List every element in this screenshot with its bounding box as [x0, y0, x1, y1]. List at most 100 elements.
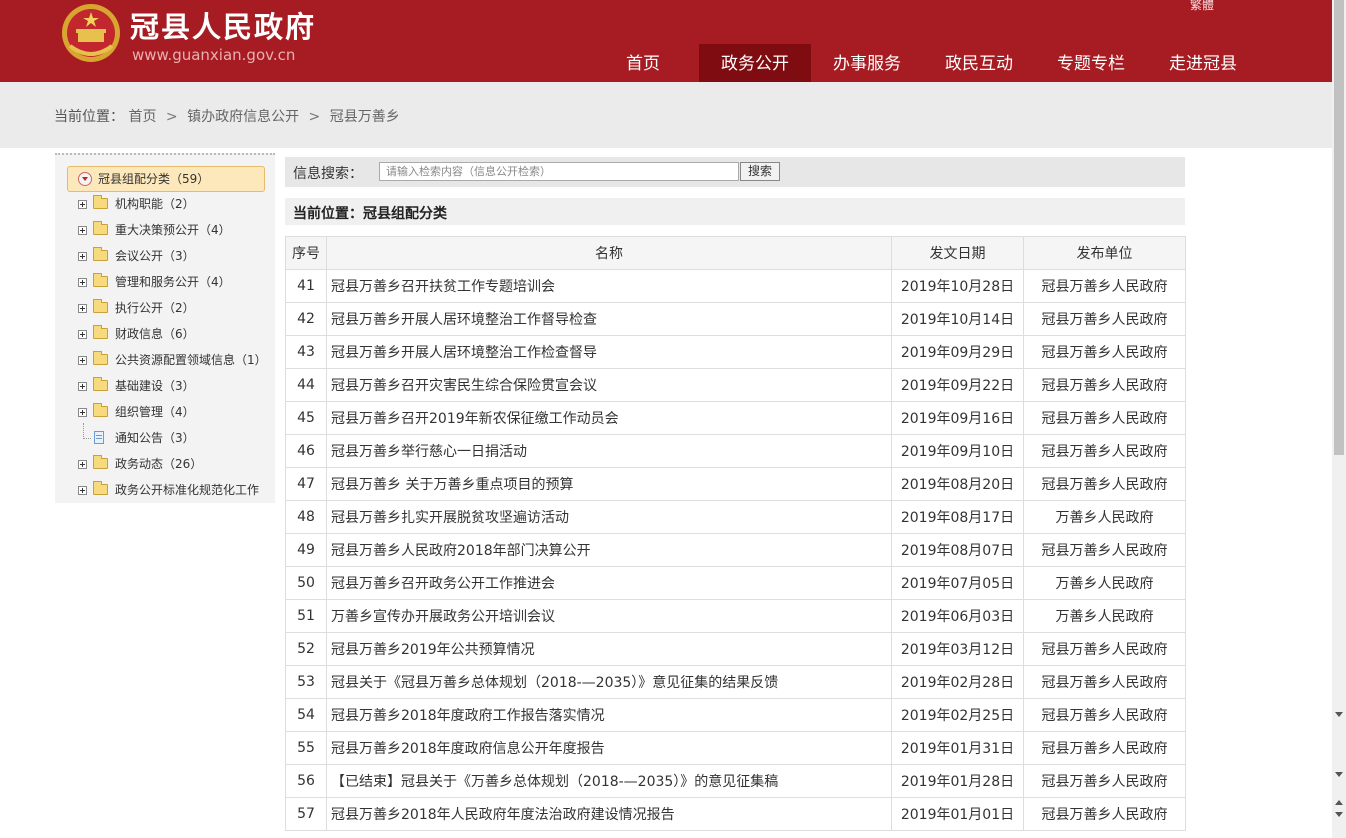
scrollbar-thumb[interactable]	[1334, 0, 1344, 455]
sidebar-item-label: 通知公告（3）	[115, 431, 195, 445]
document-title-link[interactable]: 冠县万善乡举行慈心一日捐活动	[326, 434, 892, 468]
nav-item-interaction[interactable]: 政民互动	[923, 44, 1035, 82]
row-number: 55	[285, 731, 327, 765]
publisher: 万善乡人民政府	[1023, 566, 1186, 600]
site-title[interactable]: 冠县人民政府	[130, 4, 316, 46]
row-number: 48	[285, 500, 327, 534]
folder-icon	[93, 325, 108, 339]
document-title-link[interactable]: 冠县万善乡2018年人民政府年度法治政府建设情况报告	[326, 797, 892, 831]
breadcrumb-town-info[interactable]: 镇办政府信息公开	[187, 109, 299, 125]
table-row: 54 冠县万善乡2018年度政府工作报告落实情况 2019年02月25日 冠县万善乡人…	[285, 698, 1186, 732]
table-row: 57 冠县万善乡2018年人民政府年度法治政府建设情况报告 2019年01月01日冠…	[285, 797, 1186, 831]
expand-icon[interactable]	[78, 460, 87, 469]
sidebar-item[interactable]: 通知公告（3）	[75, 423, 275, 455]
breadcrumb-separator: >	[308, 109, 321, 125]
document-title-link[interactable]: 冠县万善乡开展人居环境整治工作督导检查	[326, 302, 892, 336]
expand-icon[interactable]	[78, 486, 87, 495]
scroll-down-arrow-icon[interactable]	[1335, 812, 1343, 817]
expand-icon[interactable]	[78, 200, 87, 209]
document-title-link[interactable]: 冠县万善乡召开灾害民生综合保险贯宣会议	[326, 368, 892, 402]
publisher: 冠县万善乡人民政府	[1023, 533, 1186, 567]
document-title-link[interactable]: 冠县万善乡扎实开展脱贫攻坚遍访活动	[326, 500, 892, 534]
row-number: 49	[285, 533, 327, 567]
publish-date: 2019年08月07日	[891, 533, 1024, 567]
publisher: 冠县万善乡人民政府	[1023, 269, 1186, 303]
expand-icon[interactable]	[78, 408, 87, 417]
document-title-link[interactable]: 【已结束】冠县关于《万善乡总体规划（2018-—2035）》的意见征集稿	[326, 764, 892, 798]
document-title-link[interactable]: 冠县关于《冠县万善乡总体规划（2018-—2035）》意见征集的结果反馈	[326, 665, 892, 699]
nav-item-services[interactable]: 办事服务	[811, 44, 923, 82]
document-title-link[interactable]: 冠县万善乡召开2019年新农保征缴工作动员会	[326, 401, 892, 435]
document-title-link[interactable]: 冠县万善乡开展人居环境整治工作检查督导	[326, 335, 892, 369]
category-sidebar: 冠县组配分类（59） 机构职能（2） 重大决策预公开（4） 会议公开（3） 管理和服务…	[55, 153, 275, 503]
sidebar-item[interactable]: 政务动态（26）	[75, 455, 275, 481]
document-title-link[interactable]: 冠县万善乡 关于万善乡重点项目的预算	[326, 467, 892, 501]
sidebar-root-category[interactable]: 冠县组配分类（59）	[67, 166, 265, 192]
scroll-down-arrow-icon[interactable]	[1335, 712, 1343, 717]
expand-icon[interactable]	[78, 330, 87, 339]
row-number: 46	[285, 434, 327, 468]
scroll-up-arrow-icon[interactable]	[1335, 800, 1343, 805]
sidebar-item[interactable]: 重大决策预公开（4）	[75, 221, 275, 247]
row-number: 56	[285, 764, 327, 798]
publish-date: 2019年01月28日	[891, 764, 1024, 798]
document-title-link[interactable]: 冠县万善乡人民政府2018年部门决算公开	[326, 533, 892, 567]
publish-date: 2019年02月25日	[891, 698, 1024, 732]
publisher: 冠县万善乡人民政府	[1023, 797, 1186, 831]
search-button[interactable]: 搜索	[740, 162, 780, 181]
document-title-link[interactable]: 万善乡宣传办开展政务公开培训会议	[326, 599, 892, 633]
folder-icon	[93, 221, 108, 235]
traditional-chinese-link[interactable]: 繁體	[1190, 0, 1214, 13]
search-input[interactable]: 请输入检索内容（信息公开检索）	[379, 162, 739, 181]
sidebar-item[interactable]: 会议公开（3）	[75, 247, 275, 273]
publish-date: 2019年09月10日	[891, 434, 1024, 468]
nav-item-home[interactable]: 首页	[587, 44, 699, 82]
publisher: 冠县万善乡人民政府	[1023, 335, 1186, 369]
row-number: 45	[285, 401, 327, 435]
expand-icon[interactable]	[78, 382, 87, 391]
publish-date: 2019年07月05日	[891, 566, 1024, 600]
sidebar-item[interactable]: 政务公开标准化规范化工作	[75, 481, 275, 507]
publish-date: 2019年09月22日	[891, 368, 1024, 402]
publisher: 冠县万善乡人民政府	[1023, 302, 1186, 336]
table-row: 52 冠县万善乡2019年公共预算情况 2019年03月12日 冠县万善乡人民政府	[285, 632, 1186, 666]
document-title-link[interactable]: 冠县万善乡2018年度政府工作报告落实情况	[326, 698, 892, 732]
sidebar-item-label: 会议公开（3）	[115, 249, 195, 263]
table-row: 50 冠县万善乡召开政务公开工作推进会 2019年07月05日 万善乡人民政府	[285, 566, 1186, 600]
breadcrumb-current[interactable]: 冠县万善乡	[330, 109, 400, 125]
document-icon	[94, 431, 104, 444]
document-title-link[interactable]: 冠县万善乡2018年度政府信息公开年度报告	[326, 731, 892, 765]
document-title-link[interactable]: 冠县万善乡2019年公共预算情况	[326, 632, 892, 666]
page-scrollbar[interactable]	[1332, 0, 1346, 838]
publish-date: 2019年01月01日	[891, 797, 1024, 831]
row-number: 52	[285, 632, 327, 666]
document-title-link[interactable]: 冠县万善乡召开扶贫工作专题培训会	[326, 269, 892, 303]
sidebar-item[interactable]: 基础建设（3）	[75, 377, 275, 403]
sidebar-item[interactable]: 财政信息（6）	[75, 325, 275, 351]
breadcrumb-separator: >	[165, 109, 178, 125]
scroll-down-arrow-icon[interactable]	[1335, 772, 1343, 777]
sidebar-item[interactable]: 执行公开（2）	[75, 299, 275, 325]
publisher: 冠县万善乡人民政府	[1023, 368, 1186, 402]
sidebar-item[interactable]: 机构职能（2）	[75, 195, 275, 221]
document-title-link[interactable]: 冠县万善乡召开政务公开工作推进会	[326, 566, 892, 600]
sidebar-item[interactable]: 管理和服务公开（4）	[75, 273, 275, 299]
expand-icon[interactable]	[78, 304, 87, 313]
expand-icon[interactable]	[78, 278, 87, 287]
sidebar-item[interactable]: 组织管理（4）	[75, 403, 275, 429]
sidebar-item[interactable]: 公共资源配置领域信息（1）	[75, 351, 275, 377]
sidebar-item-label: 基础建设（3）	[115, 379, 195, 393]
nav-item-about-county[interactable]: 走进冠县	[1147, 44, 1259, 82]
row-number: 42	[285, 302, 327, 336]
expand-icon[interactable]	[78, 226, 87, 235]
row-number: 51	[285, 599, 327, 633]
publish-date: 2019年10月14日	[891, 302, 1024, 336]
expand-icon[interactable]	[78, 356, 87, 365]
nav-item-government-affairs[interactable]: 政务公开	[699, 44, 811, 82]
breadcrumb-bar: 当前位置： 首页 > 镇办政府信息公开 > 冠县万善乡	[0, 82, 1332, 148]
sidebar-item-label: 政务动态（26）	[115, 457, 203, 471]
table-row: 41 冠县万善乡召开扶贫工作专题培训会 2019年10月28日 冠县万善乡人民政府	[285, 269, 1186, 303]
expand-icon[interactable]	[78, 252, 87, 261]
nav-item-special-topics[interactable]: 专题专栏	[1035, 44, 1147, 82]
breadcrumb-home[interactable]: 首页	[128, 109, 156, 125]
